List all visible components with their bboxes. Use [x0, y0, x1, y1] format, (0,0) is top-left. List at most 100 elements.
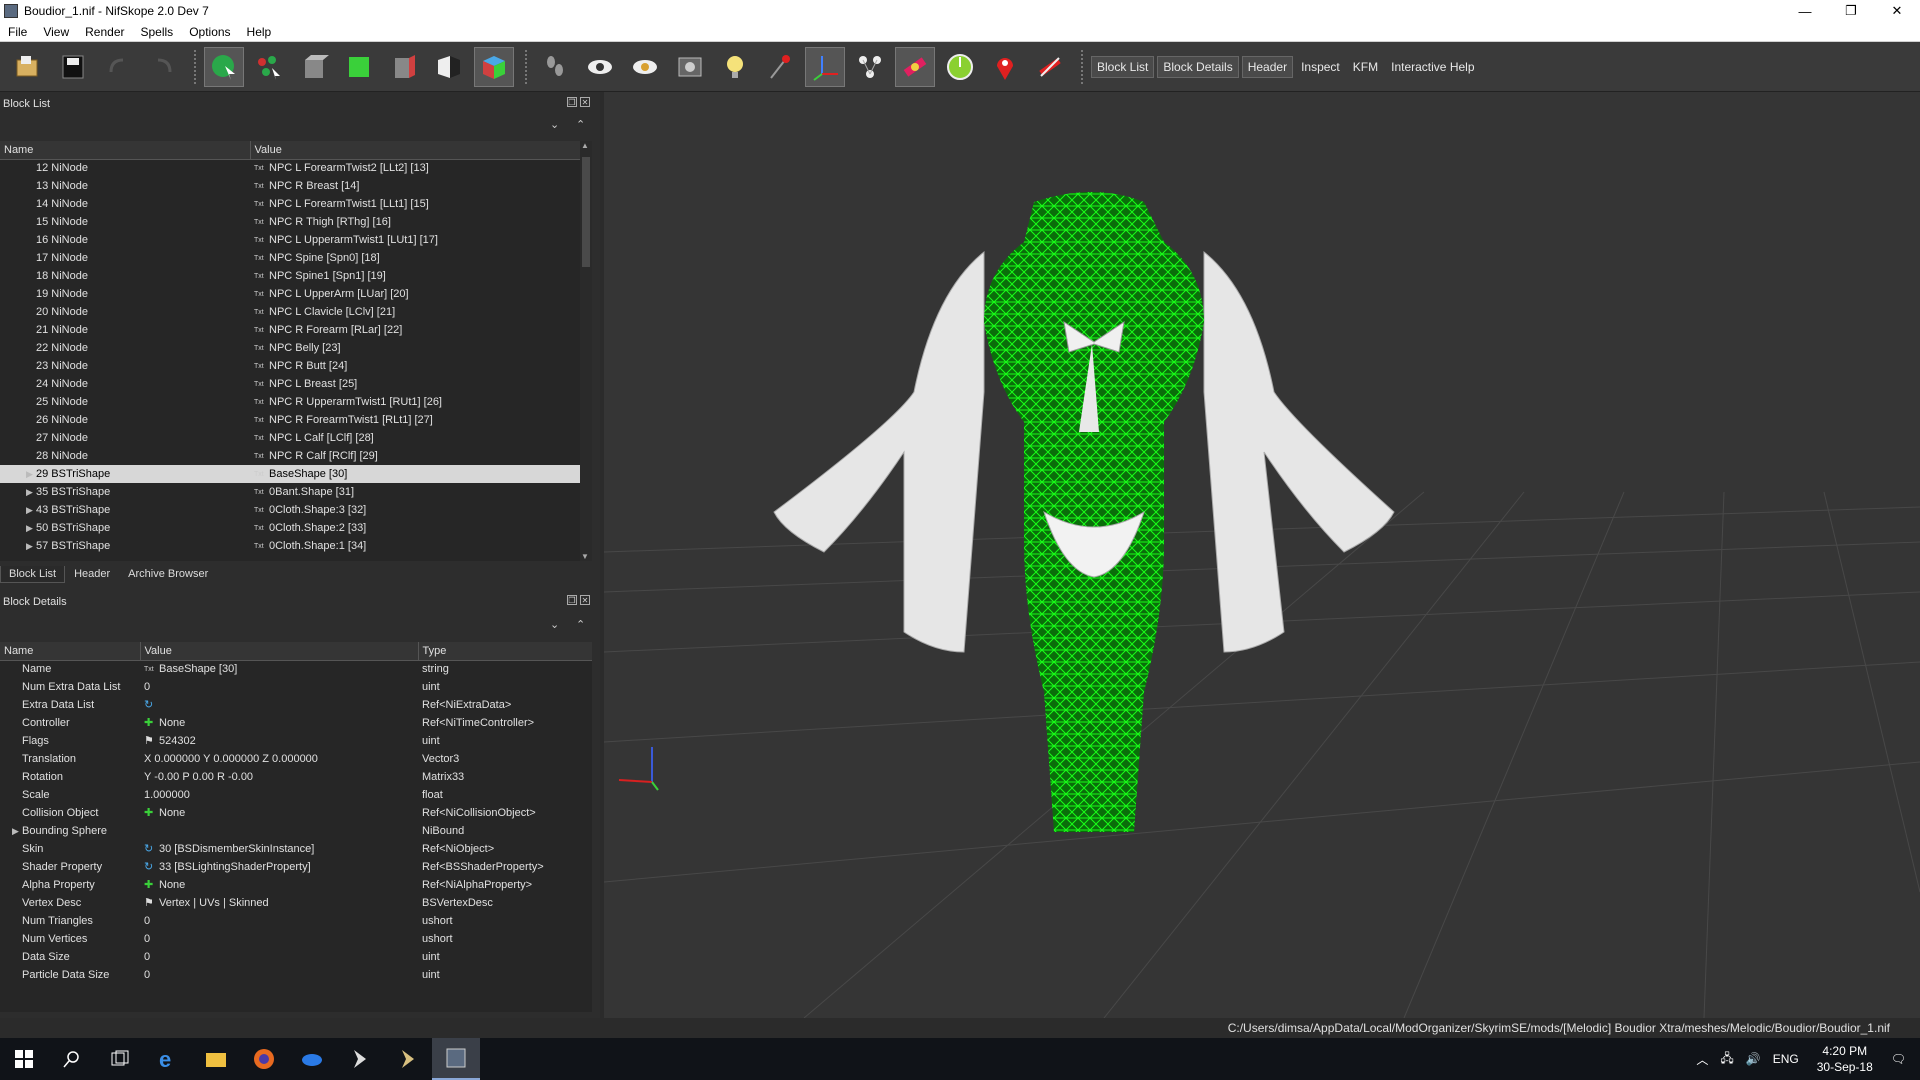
show-nodes-button[interactable] [850, 47, 890, 87]
column-header-value[interactable]: Value [250, 141, 580, 160]
block-list-row[interactable]: 20 NiNode Txt NPC L Clavicle [LClv] [21] [0, 303, 580, 321]
tab-header[interactable]: Header [65, 565, 119, 583]
network-icon[interactable]: 🖧 [1720, 1049, 1733, 1070]
undo-button[interactable] [98, 47, 138, 87]
detail-value-cell[interactable]: ✚ None [140, 876, 418, 894]
tab-archive-browser[interactable]: Archive Browser [119, 565, 217, 583]
view-side-button[interactable] [384, 47, 424, 87]
volume-icon[interactable]: 🔊 [1746, 1052, 1761, 1066]
expand-arrow-icon[interactable]: ▶ [26, 469, 36, 480]
edge-browser-button[interactable]: e [144, 1038, 192, 1080]
block-list-row[interactable]: 22 NiNode Txt NPC Belly [23] [0, 339, 580, 357]
expand-all-icon[interactable]: ⌄ [550, 618, 559, 631]
app-button-chevron-2[interactable] [384, 1038, 432, 1080]
detail-row[interactable]: Num Extra Data List 0 uint [0, 678, 592, 696]
detail-value-cell[interactable]: ↻ 33 [BSLightingShaderProperty] [140, 858, 418, 876]
detail-value-cell[interactable]: ⚑ Vertex | UVs | Skinned [140, 894, 418, 912]
block-list-row[interactable]: 27 NiNode Txt NPC L Calf [LClf] [28] [0, 429, 580, 447]
app-button-blue[interactable] [288, 1038, 336, 1080]
view-top-button[interactable] [294, 47, 334, 87]
close-button[interactable]: ✕ [1874, 0, 1920, 22]
detail-value-cell[interactable]: 0 [140, 678, 418, 696]
save-button[interactable] [53, 47, 93, 87]
show-havok-button[interactable] [940, 47, 980, 87]
block-list-row[interactable]: ▶ 57 BSTriShape Txt 0Cloth.Shape:1 [34] [0, 537, 580, 555]
expand-arrow-icon[interactable]: ▶ [26, 487, 36, 498]
collapse-all-icon[interactable]: ⌃ [576, 118, 585, 131]
block-list-row[interactable]: 14 NiNode Txt NPC L ForearmTwist1 [LLt1] [… [0, 195, 580, 213]
notifications-icon[interactable]: 🗨 [1891, 1052, 1906, 1066]
float-dock-icon[interactable]: ❐ [567, 97, 577, 107]
link-ref-icon[interactable]: ↻ [144, 699, 156, 710]
text-type-icon[interactable]: Txt [144, 665, 156, 674]
collapse-all-icon[interactable]: ⌃ [576, 618, 585, 631]
add-ref-icon[interactable]: ✚ [144, 879, 156, 890]
toggle-kfm[interactable]: KFM [1348, 57, 1383, 77]
block-list-row[interactable]: 13 NiNode Txt NPC R Breast [14] [0, 177, 580, 195]
column-header-type[interactable]: Type [418, 642, 592, 661]
detail-value-cell[interactable]: ↻ 30 [BSDismemberSkinInstance] [140, 840, 418, 858]
file-explorer-button[interactable] [192, 1038, 240, 1080]
scrollbar-thumb[interactable] [582, 157, 590, 267]
detail-row[interactable]: Flags ⚑ 524302 uint [0, 732, 592, 750]
show-constraints-button[interactable] [895, 46, 935, 87]
block-list-row[interactable]: ▶ 29 BSTriShape Txt BaseShape [30] [0, 465, 580, 483]
expand-all-icon[interactable]: ⌄ [550, 118, 559, 131]
clock[interactable]: 4:20 PM 30-Sep-18 [1817, 1043, 1873, 1075]
detail-value-cell[interactable]: ✚ None [140, 804, 418, 822]
redo-button[interactable] [143, 47, 183, 87]
toggle-block-details[interactable]: Block Details [1157, 55, 1239, 78]
scroll-up-arrow-icon[interactable]: ▲ [581, 141, 589, 150]
select-vertex-button[interactable] [249, 47, 289, 87]
add-ref-icon[interactable]: ✚ [144, 807, 156, 818]
toggle-header[interactable]: Header [1241, 55, 1294, 78]
detail-value-cell[interactable]: X 0.000000 Y 0.000000 Z 0.000000 [140, 750, 418, 768]
block-list-row[interactable]: 23 NiNode Txt NPC R Butt [24] [0, 357, 580, 375]
block-list-row[interactable]: 17 NiNode Txt NPC Spine [Spn0] [18] [0, 249, 580, 267]
menu-options[interactable]: Options [181, 25, 238, 39]
nifskope-taskbar-button[interactable] [432, 1038, 480, 1080]
app-button-chevron-1[interactable] [336, 1038, 384, 1080]
block-list-row[interactable]: 12 NiNode Txt NPC L ForearmTwist2 [LLt2] [… [0, 159, 580, 177]
view-front-button[interactable] [339, 47, 379, 87]
detail-row[interactable]: Alpha Property ✚ None Ref<NiAlphaProperty> [0, 876, 592, 894]
detail-value-cell[interactable]: 0 [140, 912, 418, 930]
menu-view[interactable]: View [35, 25, 77, 39]
scroll-down-arrow-icon[interactable]: ▼ [581, 552, 589, 561]
detail-row[interactable]: Controller ✚ None Ref<NiTimeController> [0, 714, 592, 732]
show-hidden-button[interactable] [580, 47, 620, 87]
show-axes-toggle[interactable] [805, 46, 845, 87]
block-list-row[interactable]: 26 NiNode Txt NPC R ForearmTwist1 [RLt1] [… [0, 411, 580, 429]
flags-icon[interactable]: ⚑ [144, 735, 156, 746]
column-header-value[interactable]: Value [140, 642, 419, 661]
toggle-interactive-help[interactable]: Interactive Help [1386, 57, 1479, 77]
detail-row[interactable]: Extra Data List ↻ Ref<NiExtraData> [0, 696, 592, 714]
detail-value-cell[interactable]: 1.000000 [140, 786, 418, 804]
detail-row[interactable]: Scale 1.000000 float [0, 786, 592, 804]
menu-help[interactable]: Help [239, 25, 280, 39]
column-header-name[interactable]: Name [0, 141, 251, 160]
walk-button[interactable] [535, 47, 575, 87]
link-ref-icon[interactable]: ↻ [144, 843, 156, 854]
link-ref-icon[interactable]: ↻ [144, 861, 156, 872]
block-list-row[interactable]: 18 NiNode Txt NPC Spine1 [Spn1] [19] [0, 267, 580, 285]
float-dock-icon[interactable]: ❐ [567, 595, 577, 605]
detail-value-cell[interactable]: 0 [140, 966, 418, 984]
menu-render[interactable]: Render [77, 25, 132, 39]
column-header-name[interactable]: Name [0, 642, 141, 661]
block-list-scrollbar[interactable]: ▲ ▼ [580, 141, 592, 561]
add-ref-icon[interactable]: ✚ [144, 717, 156, 728]
detail-row[interactable]: Rotation Y -0.00 P 0.00 R -0.00 Matrix33 [0, 768, 592, 786]
block-list-row[interactable]: 25 NiNode Txt NPC R UpperarmTwist1 [RUt1] … [0, 393, 580, 411]
toggle-block-list[interactable]: Block List [1091, 55, 1155, 78]
expand-arrow-icon[interactable]: ▶ [12, 826, 22, 837]
show-axes-button[interactable] [760, 47, 800, 87]
detail-row[interactable]: Particle Data Size 0 uint [0, 966, 592, 984]
block-list-row[interactable]: 19 NiNode Txt NPC L UpperArm [LUar] [20] [0, 285, 580, 303]
tray-expand-chevron-icon[interactable]: ︿ [1696, 1051, 1708, 1068]
detail-row[interactable]: Num Vertices 0 ushort [0, 930, 592, 948]
expand-arrow-icon[interactable]: ▶ [26, 541, 36, 552]
close-dock-icon[interactable]: ✕ [580, 595, 590, 605]
detail-row[interactable]: Name Txt BaseShape [30] string [0, 660, 592, 678]
task-view-button[interactable] [96, 1038, 144, 1080]
